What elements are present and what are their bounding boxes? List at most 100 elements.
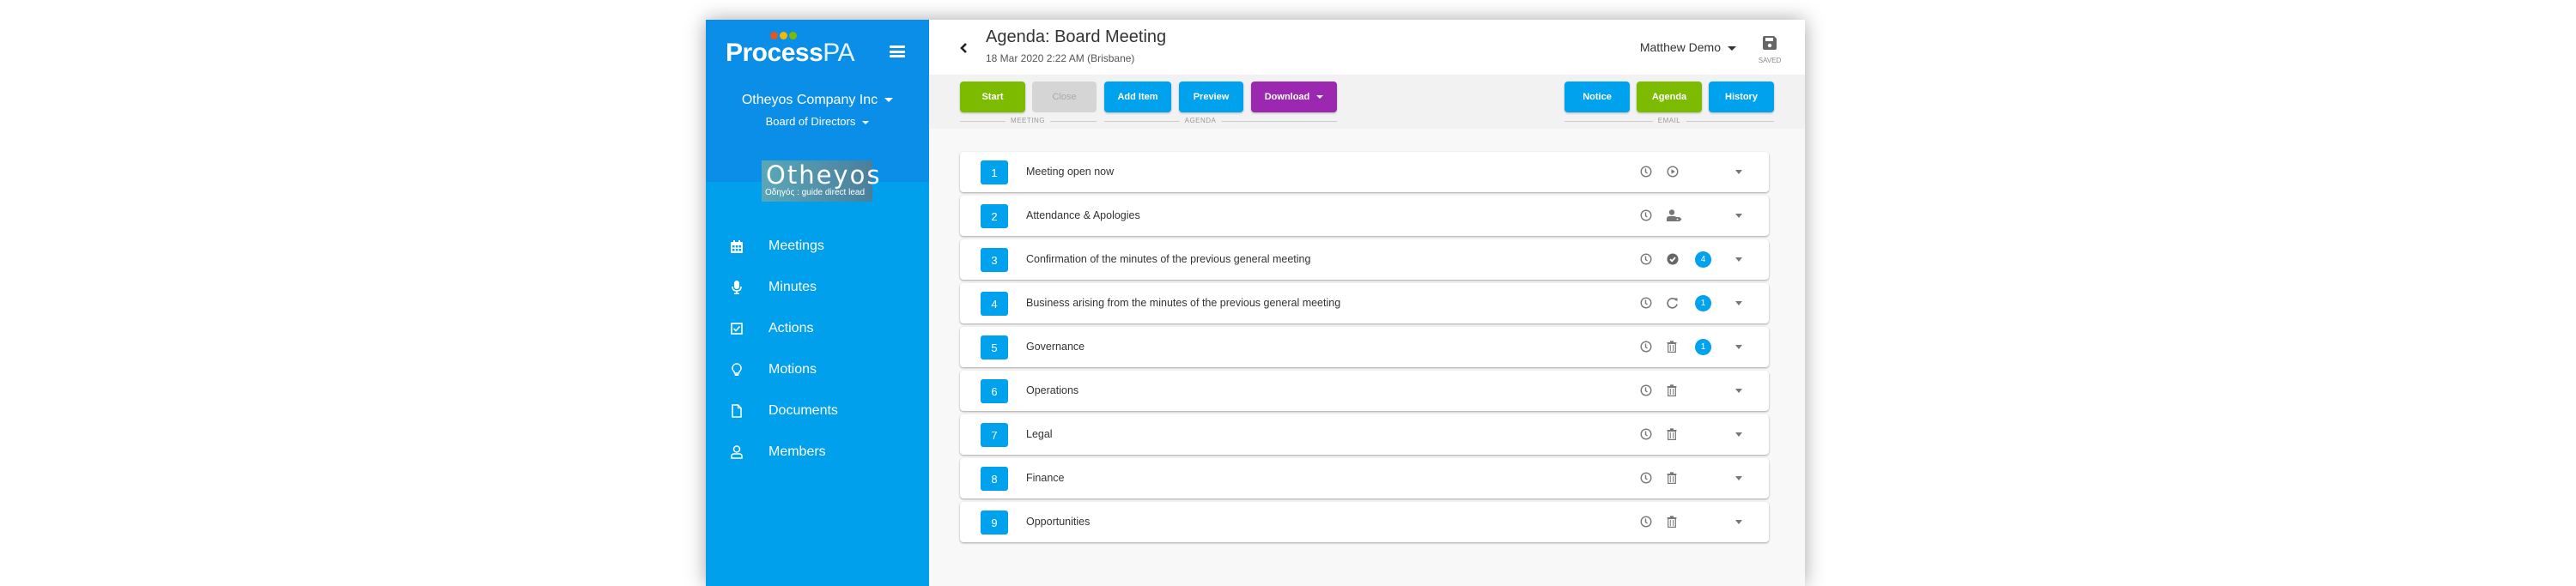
agenda-item-6[interactable]: 6 Operations — [960, 371, 1769, 411]
sidebar-item-label: Actions — [769, 321, 814, 335]
logo-main-text: Otheyos — [766, 160, 882, 190]
clock-icon[interactable] — [1640, 384, 1652, 396]
document-icon — [730, 404, 744, 418]
hamburger-icon — [890, 45, 905, 57]
floppy-disk-icon — [1763, 36, 1777, 50]
trash-icon[interactable] — [1667, 428, 1679, 441]
clock-icon[interactable] — [1640, 253, 1652, 265]
expand-caret-icon[interactable] — [1735, 257, 1742, 262]
sidebar-item-label: Motions — [769, 362, 817, 377]
user-menu[interactable]: Matthew Demo — [1640, 40, 1736, 54]
item-title: Meeting open now — [1026, 166, 1115, 178]
clock-icon[interactable] — [1640, 516, 1652, 528]
agenda-item-1[interactable]: 1 Meeting open now — [960, 152, 1769, 192]
page-header: Agenda: Board Meeting 18 Mar 2020 2:22 A… — [929, 20, 1805, 75]
caret-down-icon — [862, 120, 870, 124]
sidebar-item-label: Minutes — [769, 280, 817, 294]
sidebar: ProcessPA Otheyos Company Inc Board of D… — [706, 20, 929, 586]
expand-caret-icon[interactable] — [1735, 476, 1742, 480]
start-meeting-button[interactable]: Start — [960, 82, 1025, 112]
trash-icon[interactable] — [1667, 384, 1679, 397]
user-tag-icon[interactable] — [1667, 209, 1682, 221]
group-divider-agenda: AGENDA — [1104, 117, 1337, 126]
expand-caret-icon[interactable] — [1735, 432, 1742, 437]
user-icon — [730, 445, 744, 459]
notice-email-button[interactable]: Notice — [1564, 82, 1630, 112]
item-number: 9 — [981, 510, 1008, 535]
agenda-item-3[interactable]: 3 Confirmation of the minutes of the pre… — [960, 239, 1769, 280]
clock-icon[interactable] — [1640, 297, 1652, 309]
play-circle-icon[interactable] — [1667, 166, 1679, 178]
redo-icon[interactable] — [1667, 297, 1679, 309]
caret-down-icon — [884, 98, 894, 103]
trash-icon[interactable] — [1667, 516, 1679, 529]
agenda-item-2[interactable]: 2 Attendance & Apologies — [960, 196, 1769, 236]
agenda-item-4[interactable]: 4 Business arising from the minutes of t… — [960, 283, 1769, 323]
agenda-item-7[interactable]: 7 Legal — [960, 414, 1769, 455]
add-item-button[interactable]: Add Item — [1104, 82, 1171, 112]
expand-caret-icon[interactable] — [1735, 301, 1742, 305]
expand-caret-icon[interactable] — [1735, 520, 1742, 524]
agenda-item-8[interactable]: 8 Finance — [960, 458, 1769, 498]
logo-tagline: Οδηγός : guide direct lead — [765, 188, 866, 197]
clock-icon[interactable] — [1640, 209, 1652, 221]
item-number: 4 — [981, 292, 1008, 316]
item-title: Legal — [1026, 428, 1053, 440]
app-window: ProcessPA Otheyos Company Inc Board of D… — [706, 20, 1805, 586]
sidebar-item-documents[interactable]: Documents — [706, 390, 929, 432]
group-label: MEETING — [1005, 117, 1050, 124]
expand-caret-icon[interactable] — [1735, 345, 1742, 349]
save-status-label: SAVED — [1758, 57, 1782, 64]
expand-caret-icon[interactable] — [1735, 389, 1742, 393]
sidebar-item-actions[interactable]: Actions — [706, 308, 929, 349]
clock-icon[interactable] — [1640, 341, 1652, 353]
clock-icon[interactable] — [1640, 472, 1652, 484]
trash-icon[interactable] — [1667, 341, 1679, 353]
close-meeting-button[interactable]: Close — [1032, 82, 1097, 112]
agenda-item-9[interactable]: 9 Opportunities — [960, 502, 1769, 542]
agenda-item-5[interactable]: 5 Governance 1 — [960, 327, 1769, 367]
item-number: 8 — [981, 467, 1008, 491]
clock-icon[interactable] — [1640, 428, 1652, 440]
agenda-list: 1 Meeting open now 2 Attendance & Apolog… — [929, 129, 1805, 586]
sidebar-item-meetings[interactable]: Meetings — [706, 226, 929, 267]
clock-icon[interactable] — [1640, 166, 1652, 178]
menu-toggle-button[interactable] — [890, 45, 905, 57]
download-label: Download — [1264, 92, 1310, 102]
main-panel: Agenda: Board Meeting 18 Mar 2020 2:22 A… — [929, 20, 1805, 586]
item-title: Governance — [1026, 341, 1085, 353]
brand-name: ProcessPA — [726, 39, 855, 68]
sidebar-item-label: Documents — [769, 403, 838, 418]
agenda-email-button[interactable]: Agenda — [1637, 82, 1702, 112]
history-button[interactable]: History — [1709, 82, 1774, 112]
committee-selector[interactable]: Board of Directors — [706, 115, 929, 128]
download-button[interactable]: Download — [1251, 82, 1337, 112]
group-divider-meeting: MEETING — [960, 117, 1097, 126]
item-title: Business arising from the minutes of the… — [1026, 297, 1341, 309]
group-divider-email: EMAIL — [1564, 117, 1774, 126]
back-button[interactable] — [960, 42, 968, 57]
organization-name: Otheyos Company Inc — [741, 93, 878, 107]
sidebar-item-motions[interactable]: Motions — [706, 349, 929, 390]
item-number: 1 — [981, 160, 1008, 184]
item-number: 6 — [981, 379, 1008, 403]
preview-button[interactable]: Preview — [1179, 82, 1243, 112]
sidebar-item-label: Members — [769, 444, 826, 459]
calendar-icon — [730, 239, 744, 253]
toolbar: Start Close Add Item Preview Download No… — [929, 75, 1805, 129]
lightbulb-icon — [730, 363, 744, 377]
item-title: Confirmation of the minutes of the previ… — [1026, 253, 1311, 265]
organization-selector[interactable]: Otheyos Company Inc — [706, 93, 929, 108]
brand-name-bold: Process — [726, 39, 823, 67]
group-label: EMAIL — [1652, 117, 1686, 124]
group-label: AGENDA — [1179, 117, 1222, 124]
expand-caret-icon[interactable] — [1735, 214, 1742, 218]
sidebar-item-minutes[interactable]: Minutes — [706, 267, 929, 308]
sidebar-nav: Meetings Minutes Actions Motions Documen… — [706, 226, 929, 473]
expand-caret-icon[interactable] — [1735, 170, 1742, 174]
item-number: 3 — [981, 248, 1008, 272]
sidebar-item-members[interactable]: Members — [706, 432, 929, 473]
checkbox-icon — [730, 322, 744, 335]
trash-icon[interactable] — [1667, 472, 1679, 485]
check-circle-icon[interactable] — [1667, 253, 1679, 265]
